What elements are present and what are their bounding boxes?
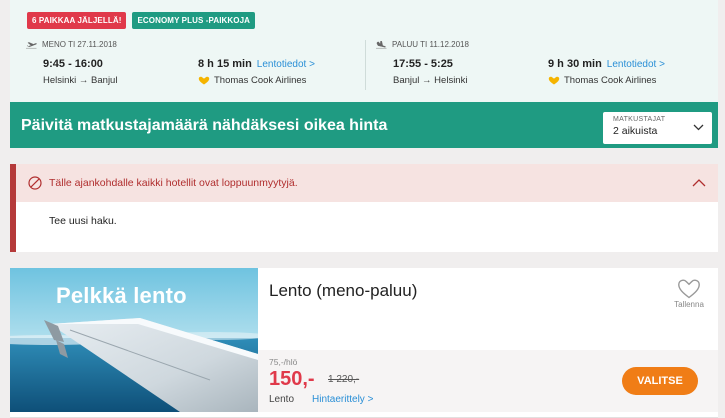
return-times: 17:55 - 5:25 [393,58,453,70]
outbound-header: MENO TI 27.11.2018 [26,40,366,49]
image-caption: Pelkkä lento [56,283,187,308]
flight-badges: 6 PAIKKAA JÄLJELLÄ! ECONOMY PLUS -PAIKKO… [27,12,256,29]
travelers-select-label: MATKUSTAJAT [613,116,666,123]
travelers-select-value: 2 aikuista [613,125,658,137]
return-leg: PALUU TI 11.12.2018 17:55 - 5:25 Banjul … [376,40,706,90]
outbound-duration: 8 h 15 min [198,58,252,70]
alert-title: Tälle ajankohdalle kaikki hotellit ovat … [49,177,298,189]
travelers-bar: Päivitä matkustajamäärä nähdäksesi oikea… [10,104,718,148]
thomas-cook-heart-icon [548,76,560,85]
flight-card: 6 PAIKKAA JÄLJELLÄ! ECONOMY PLUS -PAIKKO… [10,0,718,104]
travelers-message: Päivitä matkustajamäärä nähdäksesi oikea… [21,117,388,134]
chevron-up-icon[interactable] [692,178,706,187]
return-route: Banjul → Helsinki [393,75,468,86]
save-button[interactable]: Tallenna [669,278,709,309]
return-date: PALUU TI 11.12.2018 [392,40,469,49]
price-breakdown-link[interactable]: Hintaerittely > [312,394,373,405]
return-airline-row: Thomas Cook Airlines [548,75,656,86]
alert-header[interactable]: Tälle ajankohdalle kaikki hotellit ovat … [16,164,718,202]
thomas-cook-heart-icon [198,76,210,85]
product-title[interactable]: Lento (meno-paluu) [269,281,417,301]
travelers-select[interactable]: MATKUSTAJAT 2 aikuista [603,112,712,144]
outbound-route: Helsinki → Banjul [43,75,118,86]
product-image[interactable]: Pelkkä lento [10,268,258,412]
prohibited-icon [28,176,42,190]
save-label: Tallenna [674,300,704,309]
outbound-airline: Thomas Cook Airlines [214,75,307,86]
chevron-down-icon [693,124,704,131]
price-old: 1 220,- [328,374,360,385]
outbound-airline-row: Thomas Cook Airlines [198,75,306,86]
plane-departure-icon [26,41,37,48]
product-type: Lento [269,394,295,405]
alert-body: Tee uusi haku. [49,215,117,227]
return-header: PALUU TI 11.12.2018 [376,40,706,49]
outbound-leg: MENO TI 27.11.2018 9:45 - 16:00 Helsinki… [26,40,366,90]
product-card: Pelkkä lento Lento (meno-paluu) Tallenna… [10,268,718,418]
return-airline: Thomas Cook Airlines [564,75,657,86]
outbound-duration-row: 8 h 15 min Lentotiedot > [198,58,315,70]
economy-plus-badge: ECONOMY PLUS -PAIKKOJA [132,12,256,29]
select-button[interactable]: VALITSE [622,367,698,395]
sold-out-alert: Tälle ajankohdalle kaikki hotellit ovat … [10,164,718,252]
return-details-link[interactable]: Lentotiedot > [607,59,665,70]
heart-outline-icon [678,279,700,299]
seats-left-badge: 6 PAIKKAA JÄLJELLÄ! [27,12,127,29]
outbound-times: 9:45 - 16:00 [43,58,103,70]
plane-arrival-icon [376,40,387,48]
outbound-details-link[interactable]: Lentotiedot > [257,59,315,70]
return-duration-row: 9 h 30 min Lentotiedot > [548,58,665,70]
price-current: 150,- [269,368,315,390]
price-per-person: 75,-/hlö [269,357,298,367]
leg-divider [365,40,366,90]
outbound-date: MENO TI 27.11.2018 [42,40,117,49]
return-duration: 9 h 30 min [548,58,602,70]
